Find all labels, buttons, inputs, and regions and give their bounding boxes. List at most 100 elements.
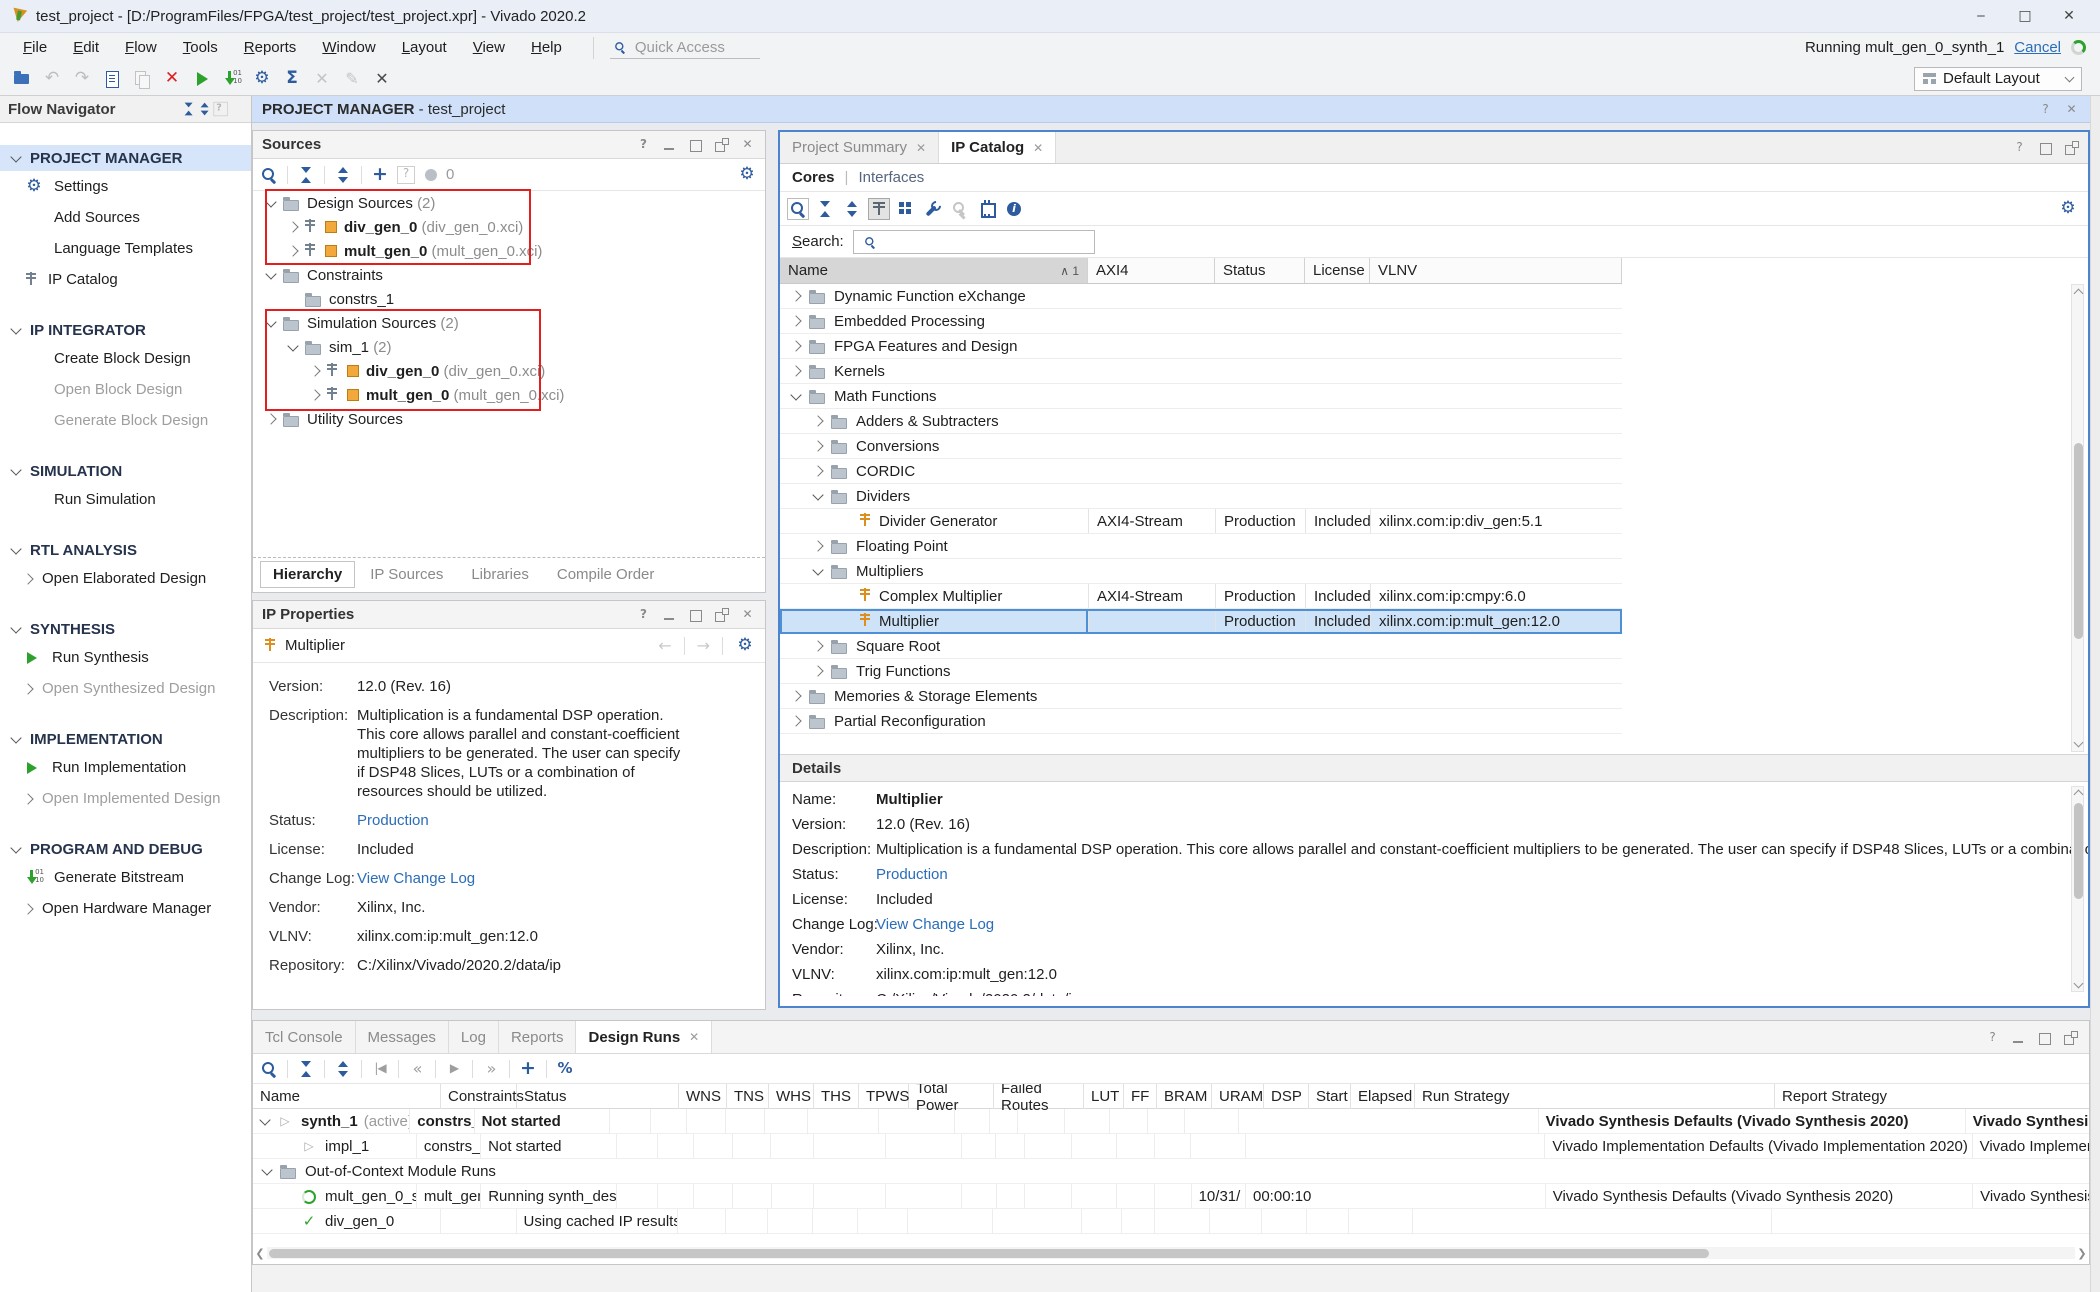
sidebar-item-run-simulation[interactable]: Run Simulation — [0, 484, 251, 515]
min-button[interactable] — [661, 606, 678, 623]
ip-catalog-category[interactable]: Square Root — [780, 634, 1622, 659]
chevron-down-icon[interactable] — [812, 489, 823, 500]
sidebar-section-header-rtl-analysis[interactable]: RTL ANALYSIS — [0, 537, 251, 563]
sidebar-section-header-project-manager[interactable]: PROJECT MANAGER — [0, 145, 251, 171]
design-run-row[interactable]: ▷synth_1(active)constrs_1Not startedViva… — [253, 1109, 2089, 1134]
chevron-right-icon[interactable] — [265, 413, 276, 424]
search-icon[interactable] — [259, 1059, 279, 1079]
ip-catalog-search-input[interactable] — [853, 230, 1095, 254]
close-button[interactable]: ✕ — [739, 136, 756, 153]
sidebar-item-settings[interactable]: ⚙Settings — [0, 171, 251, 202]
ip-catalog-category[interactable]: Adders & Subtracters — [780, 409, 1622, 434]
help-button[interactable]: ? — [2037, 101, 2054, 118]
chevron-right-icon[interactable] — [22, 573, 33, 584]
sidebar-item-open-implemented-design[interactable]: Open Implemented Design — [0, 783, 251, 814]
quick-access-input[interactable]: Quick Access — [610, 37, 760, 59]
menu-tools[interactable]: Tools — [170, 39, 231, 56]
column-header-elapsed[interactable]: Elapsed — [1351, 1084, 1415, 1109]
ip-catalog-category[interactable]: Dividers — [780, 484, 1622, 509]
chevron-down-icon[interactable] — [10, 151, 21, 162]
close-tab-icon[interactable]: ✕ — [916, 141, 926, 155]
chevron-down-icon[interactable] — [259, 1114, 270, 1125]
settings-icon[interactable]: ⚙ — [2058, 199, 2078, 219]
filter-icon[interactable] — [869, 199, 889, 219]
column-header-status[interactable]: Status — [517, 1084, 679, 1109]
settings-icon[interactable]: ⚙ — [737, 165, 757, 185]
chevron-down-icon[interactable] — [265, 196, 276, 207]
ip-catalog-row[interactable]: Complex Multiplier AXI4-Stream Productio… — [780, 584, 1622, 609]
max-button[interactable] — [687, 136, 704, 153]
subtab-cores[interactable]: Cores — [792, 169, 835, 186]
cancel-run-link[interactable]: Cancel — [2014, 39, 2061, 56]
tab-design-runs[interactable]: Design Runs✕ — [576, 1021, 712, 1053]
open-project-icon[interactable] — [12, 69, 32, 89]
max-button[interactable] — [2037, 139, 2054, 156]
ip-catalog-category[interactable]: Partial Reconfiguration — [780, 709, 1622, 734]
chevron-right-icon[interactable] — [790, 690, 801, 701]
column-header-axi4[interactable]: AXI4 — [1088, 258, 1215, 283]
source-tree-item[interactable]: div_gen_0 (div_gen_0.xci) — [253, 215, 765, 239]
close-button[interactable]: ✕ — [2063, 101, 2080, 118]
chevron-right-icon[interactable] — [790, 340, 801, 351]
play-icon[interactable]: ▶ — [444, 1059, 464, 1079]
scrollbar-thumb[interactable] — [2074, 443, 2083, 639]
sidebar-section-header-program-and-debug[interactable]: PROGRAM AND DEBUG — [0, 836, 251, 862]
column-header-vlnv[interactable]: VLNV — [1370, 258, 1622, 283]
sidebar-item-open-hardware-manager[interactable]: Open Hardware Manager — [0, 893, 251, 924]
min-button[interactable] — [661, 136, 678, 153]
float-button[interactable] — [2062, 1029, 2079, 1046]
column-header-tns[interactable]: TNS — [727, 1084, 769, 1109]
sidebar-item-open-synthesized-design[interactable]: Open Synthesized Design — [0, 673, 251, 704]
source-tree-item[interactable]: mult_gen_0 (mult_gen_0.xci) — [253, 383, 765, 407]
menu-layout[interactable]: Layout — [389, 39, 460, 56]
scroll-right-icon[interactable]: ❯ — [2075, 1247, 2089, 1260]
source-tree-item[interactable]: div_gen_0 (div_gen_0.xci) — [253, 359, 765, 383]
settings-icon[interactable]: ⚙ — [252, 69, 272, 89]
menu-file[interactable]: File — [10, 39, 60, 56]
sidebar-item-run-synthesis[interactable]: Run Synthesis — [0, 642, 251, 673]
chevron-right-icon[interactable] — [309, 389, 320, 400]
tab-ip-sources[interactable]: IP Sources — [358, 562, 455, 587]
ip-catalog-category[interactable]: Kernels — [780, 359, 1622, 384]
column-header-lut[interactable]: LUT — [1084, 1084, 1124, 1109]
chevron-down-icon[interactable] — [287, 340, 298, 351]
menu-view[interactable]: View — [460, 39, 518, 56]
column-header-ff[interactable]: FF — [1124, 1084, 1157, 1109]
tab-tcl-console[interactable]: Tcl Console — [253, 1021, 356, 1053]
menu-edit[interactable]: Edit — [60, 39, 112, 56]
column-header-failed-routes[interactable]: Failed Routes — [994, 1084, 1084, 1109]
sidebar-item-generate-bitstream[interactable]: 0110Generate Bitstream — [0, 862, 251, 893]
help-button[interactable]: ? — [2011, 139, 2028, 156]
column-header-run-strategy[interactable]: Run Strategy — [1415, 1084, 1775, 1109]
sidebar-item-language-templates[interactable]: Language Templates — [0, 233, 251, 264]
scrollbar-thumb[interactable] — [2074, 803, 2083, 899]
tab-log[interactable]: Log — [449, 1021, 499, 1053]
go-first-icon[interactable]: |◀ — [370, 1059, 390, 1079]
help-button[interactable]: ? — [635, 136, 652, 153]
search-icon[interactable] — [259, 165, 279, 185]
ip-catalog-category[interactable]: Embedded Processing — [780, 309, 1622, 334]
chevron-down-icon[interactable] — [10, 543, 21, 554]
scroll-up-icon[interactable] — [2074, 289, 2084, 299]
column-header-tpws[interactable]: TPWS — [859, 1084, 909, 1109]
column-header-license[interactable]: License — [1305, 258, 1370, 283]
chevron-right-icon[interactable] — [22, 793, 33, 804]
sidebar-section-header-simulation[interactable]: SIMULATION — [0, 458, 251, 484]
subtab-interfaces[interactable]: Interfaces — [858, 169, 924, 186]
chevron-right-icon[interactable] — [790, 715, 801, 726]
collapse-all-icon[interactable] — [296, 1059, 316, 1079]
chevron-right-icon[interactable] — [812, 640, 823, 651]
chevron-right-icon[interactable] — [812, 540, 823, 551]
clear-icon[interactable]: ✕ — [372, 69, 392, 89]
chevron-right-icon[interactable] — [309, 365, 320, 376]
tab-messages[interactable]: Messages — [356, 1021, 449, 1053]
ip-catalog-category[interactable]: Conversions — [780, 434, 1622, 459]
design-run-row[interactable]: mult_gen_0_synth_1mult_gen_0Running synt… — [253, 1184, 2089, 1209]
tab-reports[interactable]: Reports — [499, 1021, 577, 1053]
menu-reports[interactable]: Reports — [231, 39, 310, 56]
ip-catalog-category[interactable]: Dynamic Function eXchange — [780, 284, 1622, 309]
column-header-name[interactable]: Name — [253, 1084, 441, 1109]
undo-icon[interactable]: ↶ — [42, 69, 62, 89]
source-tree-item[interactable]: Utility Sources — [253, 407, 765, 431]
change-log-link[interactable]: View Change Log — [357, 870, 475, 887]
